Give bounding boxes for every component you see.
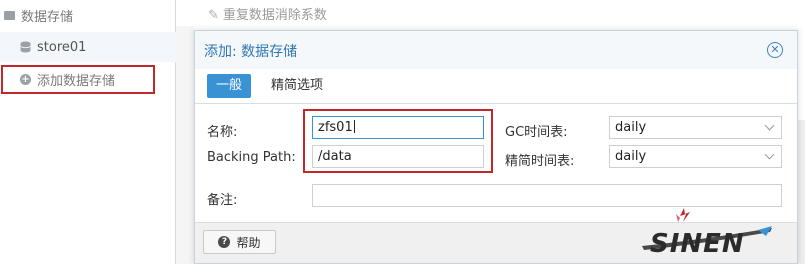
help-label: 帮助 [236,235,261,250]
wrench-icon: ✎ [208,8,219,23]
tab-general[interactable]: 一般 [207,74,252,98]
comment-input[interactable] [312,184,782,207]
question-circle-icon: ? [218,236,231,248]
background-panel [176,0,194,264]
comment-label: 备注: [207,193,238,208]
tab-prune-options[interactable]: 精简选项 [262,74,332,98]
folder-icon [4,10,15,20]
tree-item-label: store01 [37,39,87,55]
highlight-annotation [303,109,493,173]
highlight-annotation [1,65,155,94]
dialog-header: 添加: 数据存储 ✕ [195,31,797,70]
gc-schedule-value: daily [615,120,647,135]
dialog-title: 添加: 数据存储 [204,44,298,60]
close-icon[interactable]: ✕ [767,42,783,58]
dedup-factor-button[interactable]: ✎ 重复数据消除系数 [208,4,327,23]
prune-schedule-select[interactable]: daily [609,145,782,168]
tree-item-datastore-root[interactable]: 数据存储 [0,0,179,30]
resource-tree: 数据存储 store01 + 添加数据存储 [0,0,195,264]
prune-schedule-value: daily [615,149,647,164]
help-button[interactable]: ? 帮助 [203,230,276,254]
chevron-down-icon[interactable] [764,120,775,131]
gc-schedule-select[interactable]: daily [609,116,782,139]
database-icon [20,41,31,53]
name-label: 名称: [207,125,238,140]
sinen-logo: SINEN [642,208,772,258]
tree-item-label: 数据存储 [21,9,74,25]
prune-schedule-label: 精简时间表: [505,154,575,169]
tree-item-store01[interactable]: store01 [0,32,195,62]
backing-path-label: Backing Path: [207,150,296,165]
gc-schedule-label: GC时间表: [505,125,568,140]
dialog-tabs: 一般 精简选项 [195,69,797,104]
chevron-down-icon[interactable] [764,149,775,160]
logo-text: SINEN [650,229,745,258]
dedup-factor-label: 重复数据消除系数 [222,8,327,23]
